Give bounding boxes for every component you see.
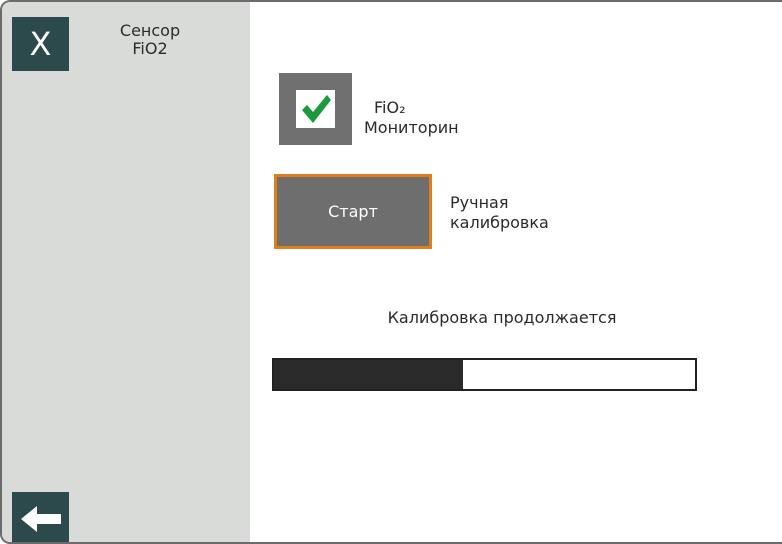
start-button-label: Старт	[280, 180, 426, 243]
sidebar-title-line2: FiO2	[132, 39, 168, 58]
start-calibration-button[interactable]: Старт	[274, 174, 432, 249]
manual-calibration-label: Ручная калибровка	[450, 193, 549, 233]
back-button[interactable]	[12, 492, 69, 542]
sidebar-title-line1: Сенсор	[119, 21, 181, 40]
sidebar: X Сенсор FiO2	[2, 2, 250, 542]
progress-fill	[274, 360, 464, 389]
calibration-progress-bar	[272, 358, 697, 391]
arrow-left-icon	[20, 506, 61, 532]
monitoring-label-line2: Мониторин	[364, 118, 459, 137]
sidebar-title: Сенсор FiO2	[110, 22, 190, 58]
calibration-label-line2: калибровка	[450, 213, 549, 232]
calibration-status-text: Калибровка продолжается	[387, 308, 617, 327]
close-label: X	[29, 25, 52, 63]
window-frame: X Сенсор FiO2 FiO₂ Мониторин Старт Ручна…	[0, 0, 782, 544]
checkbox-box	[296, 90, 335, 128]
checkmark-icon	[301, 95, 331, 123]
monitoring-label-line1: FiO₂	[374, 98, 406, 117]
fio2-monitoring-checkbox[interactable]	[279, 73, 352, 145]
fio2-monitoring-label: FiO₂ Мониторин	[364, 98, 459, 138]
close-button[interactable]: X	[12, 17, 69, 71]
calibration-label-line1: Ручная	[450, 193, 509, 212]
